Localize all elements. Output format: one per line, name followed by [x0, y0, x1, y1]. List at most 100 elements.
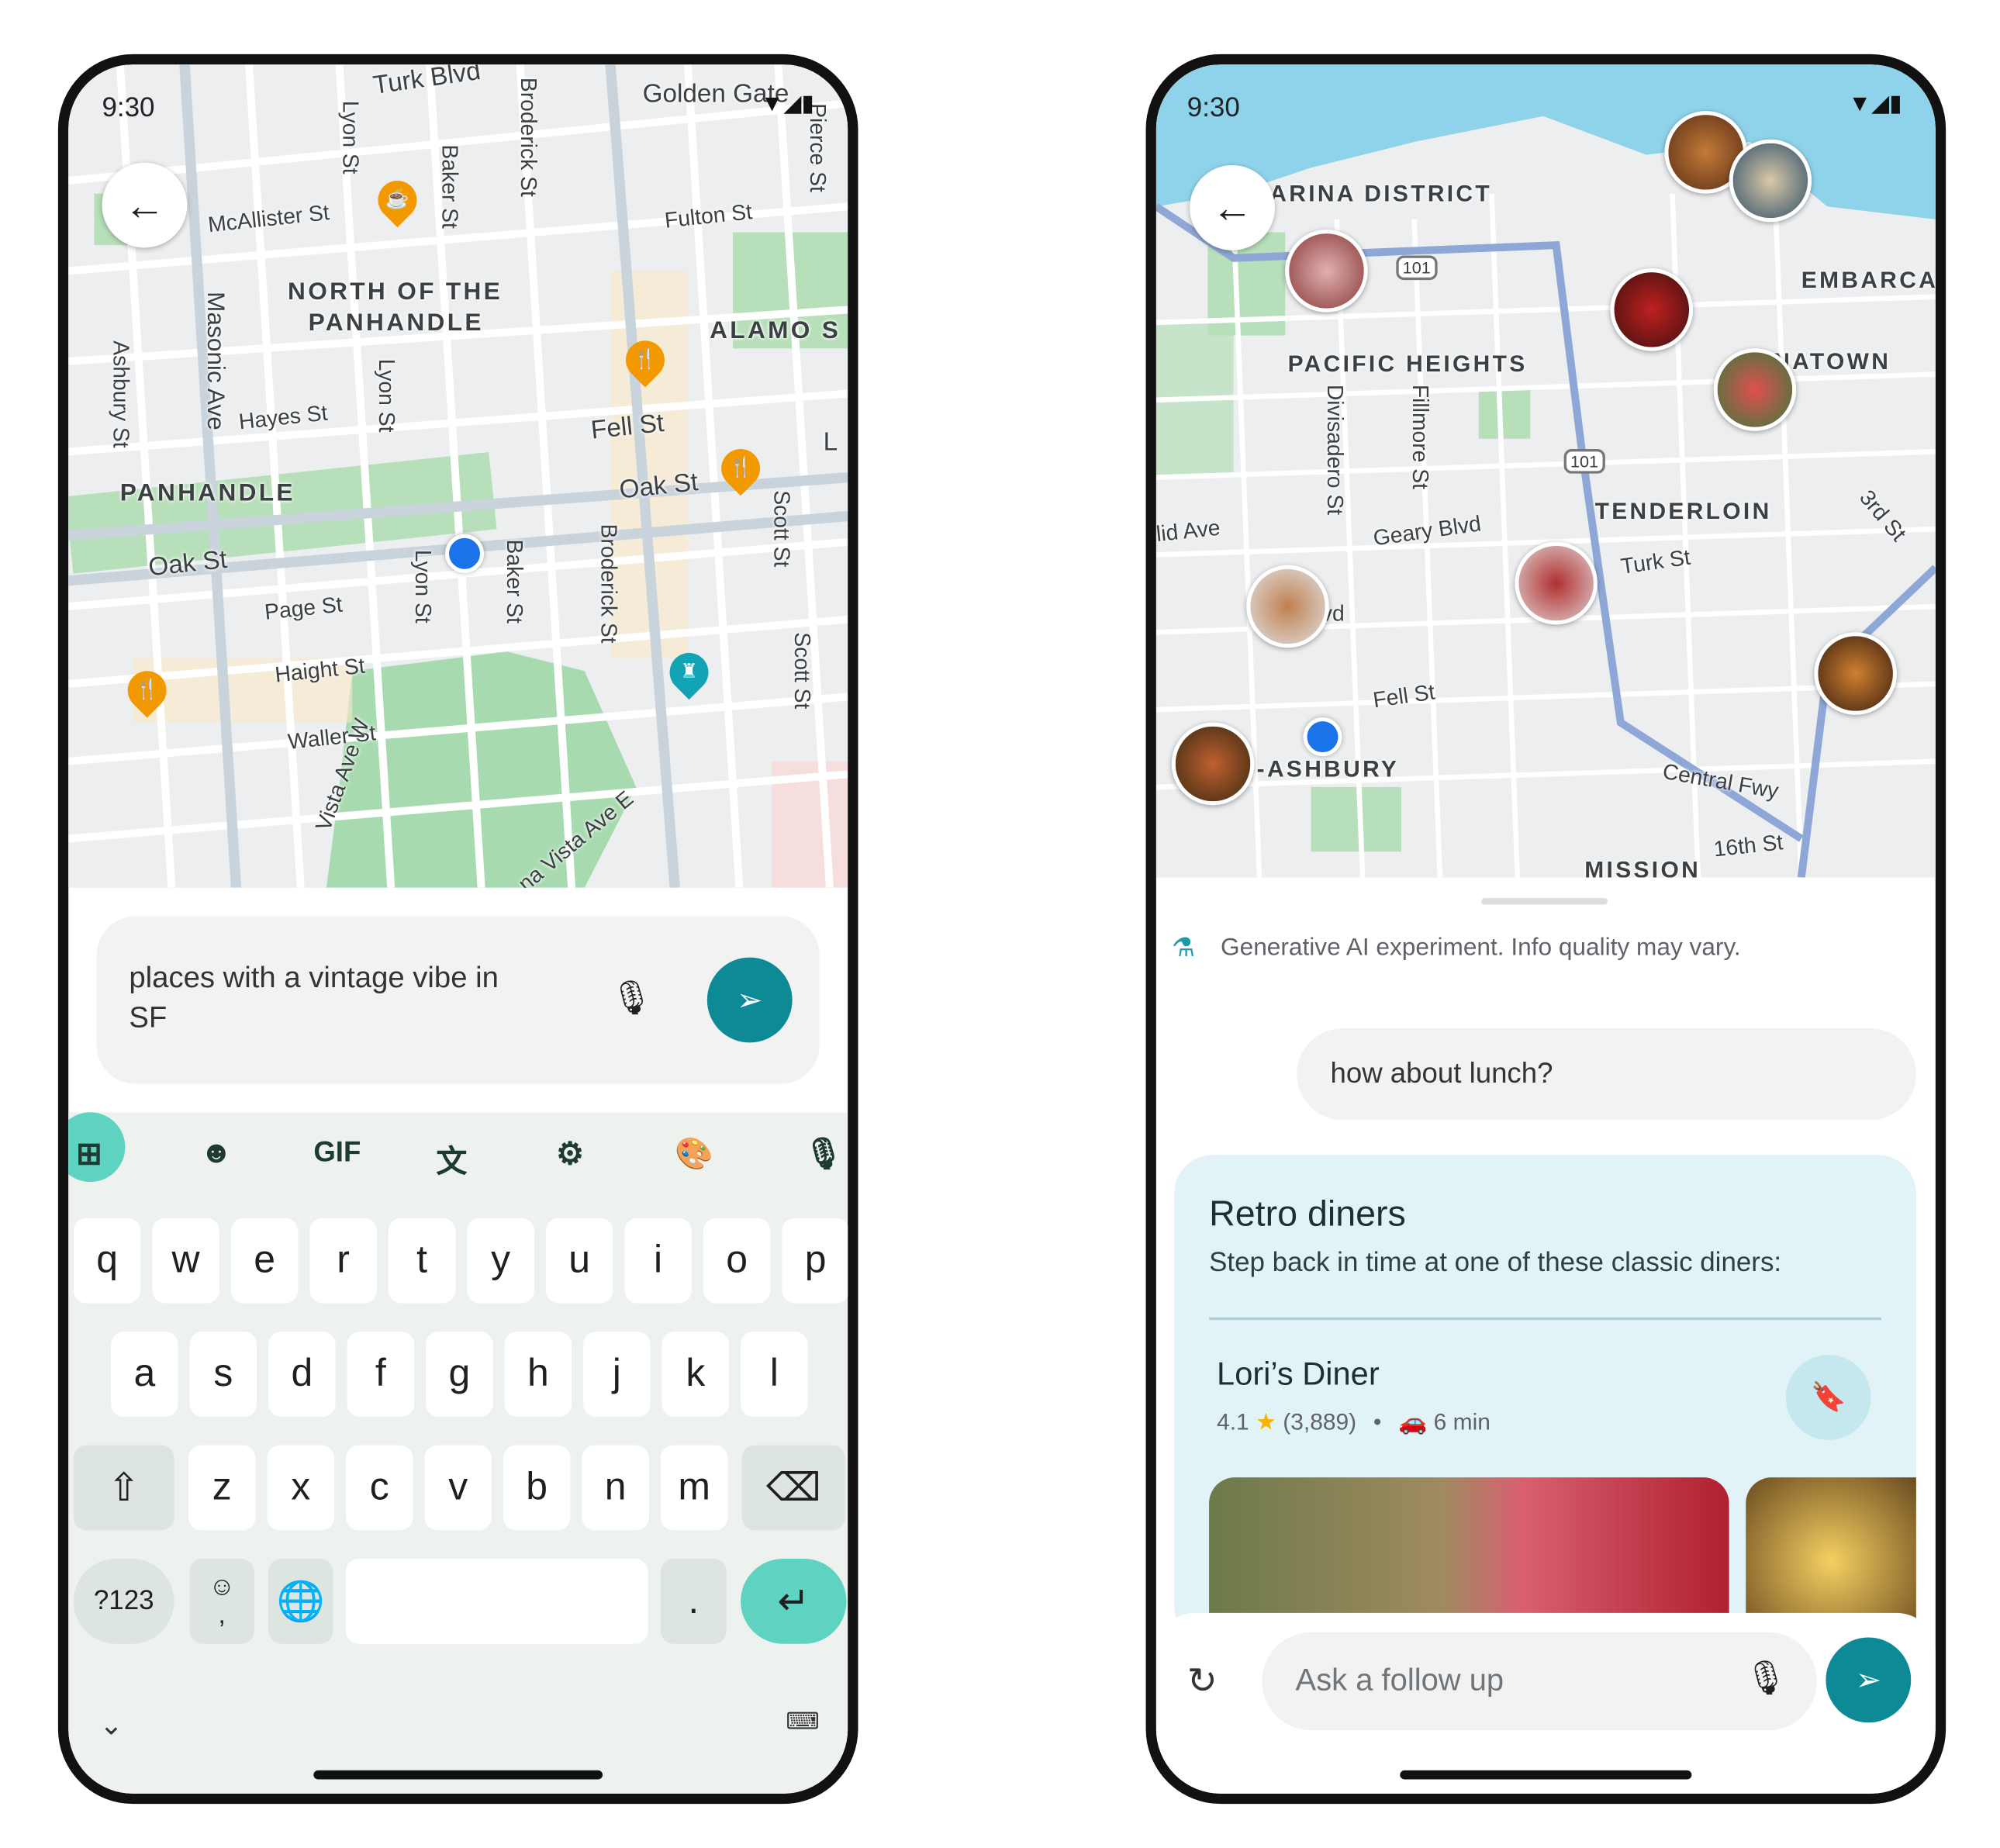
map-label: Divisadero St [1322, 384, 1348, 516]
neighborhood-label: NORTH OF THE [288, 278, 503, 306]
key-c[interactable]: c [345, 1445, 413, 1531]
restaurant-pin[interactable]: 🍴 [713, 440, 769, 496]
key-i[interactable]: i [624, 1218, 692, 1304]
key-p[interactable]: p [782, 1218, 848, 1304]
chevron-down-icon[interactable]: ⌄ [99, 1708, 123, 1742]
key-g[interactable]: g [426, 1332, 493, 1417]
key-b[interactable]: b [503, 1445, 571, 1531]
search-query-text[interactable]: places with a vintage vibe in SF [129, 958, 541, 1038]
send-button[interactable]: ➢ [706, 957, 793, 1043]
back-button[interactable]: ← [1190, 164, 1275, 250]
gear-icon[interactable]: ⚙ [556, 1135, 584, 1173]
home-indicator[interactable] [313, 1770, 603, 1780]
card-subtitle: Step back in time at one of these classi… [1209, 1247, 1782, 1278]
key-f[interactable]: f [347, 1332, 415, 1417]
gif-button[interactable]: GIF [313, 1135, 361, 1169]
followup-bar: ↻ Ask a follow up 🎙 ➢ [1155, 1612, 1936, 1794]
sticker-icon[interactable]: ☻ [200, 1135, 233, 1172]
key-k[interactable]: k [661, 1332, 730, 1417]
key-r[interactable]: r [309, 1218, 377, 1304]
map-label: Baker St [502, 539, 527, 624]
symbols-key[interactable]: ?123 [73, 1558, 174, 1644]
key-h[interactable]: h [504, 1332, 572, 1417]
shift-key[interactable]: ⇧ [73, 1445, 174, 1531]
status-time: 9:30 [102, 92, 155, 123]
restaurant-pin[interactable]: 🍴 [119, 662, 174, 718]
current-location-dot [1303, 717, 1342, 757]
palette-icon[interactable]: 🎨 [675, 1135, 713, 1173]
restaurant-pin[interactable]: 🍴 [617, 332, 673, 388]
place-photo-marker[interactable] [1610, 268, 1694, 351]
space-key[interactable] [345, 1558, 648, 1644]
globe-key[interactable]: 🌐 [268, 1558, 333, 1644]
neighborhood-label: MISSION [1584, 856, 1701, 878]
place-photo-marker[interactable] [1729, 139, 1812, 223]
key-y[interactable]: y [467, 1218, 534, 1304]
place-name[interactable]: Lori’s Diner [1217, 1356, 1380, 1394]
key-o[interactable]: o [703, 1218, 771, 1304]
separator: • [1373, 1408, 1382, 1435]
map-label: Scott St [769, 490, 794, 568]
globe-icon: 🌐 [276, 1580, 325, 1623]
home-indicator[interactable] [1400, 1770, 1692, 1780]
divider [1209, 1317, 1881, 1321]
map-label: Masonic Ave [201, 292, 229, 430]
translate-icon[interactable]: 文 [436, 1135, 467, 1180]
place-photo-marker[interactable] [1515, 541, 1598, 625]
map[interactable]: ARINA DISTRICT EMBARCA PACIFIC HEIGHTS N… [1155, 64, 1936, 878]
status-time: 9:30 [1187, 92, 1240, 123]
ai-notice: Generative AI experiment. Info quality m… [1221, 934, 1741, 962]
cafe-pin[interactable]: ☕ [370, 172, 425, 228]
key-d[interactable]: d [268, 1332, 336, 1417]
highway-shield: 101 [1396, 255, 1438, 281]
back-button[interactable]: ← [102, 162, 188, 248]
bookmark-button[interactable]: 🔖 [1785, 1355, 1871, 1440]
sheet-drag-handle[interactable] [1481, 898, 1608, 905]
followup-input[interactable]: Ask a follow up 🎙 [1262, 1632, 1817, 1731]
mic-icon[interactable]: 🎙 [804, 1135, 844, 1173]
key-w[interactable]: w [152, 1218, 219, 1304]
key-v[interactable]: v [424, 1445, 492, 1531]
followup-placeholder: Ask a follow up [1295, 1663, 1504, 1698]
map-label: Scott St [789, 632, 814, 710]
key-s[interactable]: s [189, 1332, 257, 1417]
map-label: Baker St [437, 144, 462, 229]
key-a[interactable]: a [111, 1332, 178, 1417]
keyboard-icon[interactable]: ⌨ [786, 1708, 819, 1736]
neighborhood-label: PACIFIC HEIGHTS [1287, 351, 1528, 377]
bookmark-icon: 🔖 [1810, 1380, 1846, 1413]
key-l[interactable]: l [741, 1332, 808, 1417]
key-j[interactable]: j [583, 1332, 651, 1417]
key-u[interactable]: u [545, 1218, 613, 1304]
send-sparkle-icon: ➢ [736, 983, 763, 1017]
status-icons: ▼◢▮ [760, 90, 814, 116]
mic-icon[interactable]: 🎙 [610, 978, 653, 1018]
key-t[interactable]: t [388, 1218, 456, 1304]
place-photo-marker[interactable] [1171, 722, 1255, 806]
key-z[interactable]: z [188, 1445, 256, 1531]
place-photo-marker[interactable] [1285, 230, 1368, 313]
left-phone: Turk Blvd Golden Gate Lyon St Baker St B… [57, 54, 858, 1805]
neighborhood-label: EMBARCA [1801, 267, 1936, 293]
refresh-icon[interactable]: ↻ [1187, 1660, 1218, 1702]
period-key[interactable]: . [660, 1558, 727, 1644]
attraction-pin[interactable]: ♜ [661, 644, 717, 700]
key-q[interactable]: q [73, 1218, 141, 1304]
key-e[interactable]: e [230, 1218, 299, 1304]
apps-icon[interactable]: ⊞ [76, 1135, 102, 1173]
backspace-key[interactable]: ⌫ [741, 1445, 845, 1531]
send-button[interactable]: ➢ [1826, 1637, 1912, 1723]
place-photo-marker[interactable] [1246, 565, 1329, 648]
emoji-comma-key[interactable]: ☺ , [189, 1558, 254, 1644]
search-input[interactable]: places with a vintage vibe in SF 🎙 ➢ [96, 916, 820, 1084]
enter-key[interactable]: ↵ [741, 1558, 847, 1644]
place-photo-marker[interactable] [1713, 348, 1797, 431]
key-x[interactable]: x [267, 1445, 334, 1531]
mic-icon[interactable]: 🎙 [1745, 1658, 1788, 1698]
key-n[interactable]: n [582, 1445, 649, 1531]
key-m[interactable]: m [660, 1445, 728, 1531]
map[interactable]: Turk Blvd Golden Gate Lyon St Baker St B… [68, 64, 848, 888]
place-photo-marker[interactable] [1814, 632, 1897, 715]
keyboard: ⊞ ☻ GIF 文 ⚙ 🎨 🎙 qwertyuiop asdfghjkl zxcvb… [68, 1112, 848, 1794]
car-icon: 🚗 [1397, 1408, 1428, 1435]
